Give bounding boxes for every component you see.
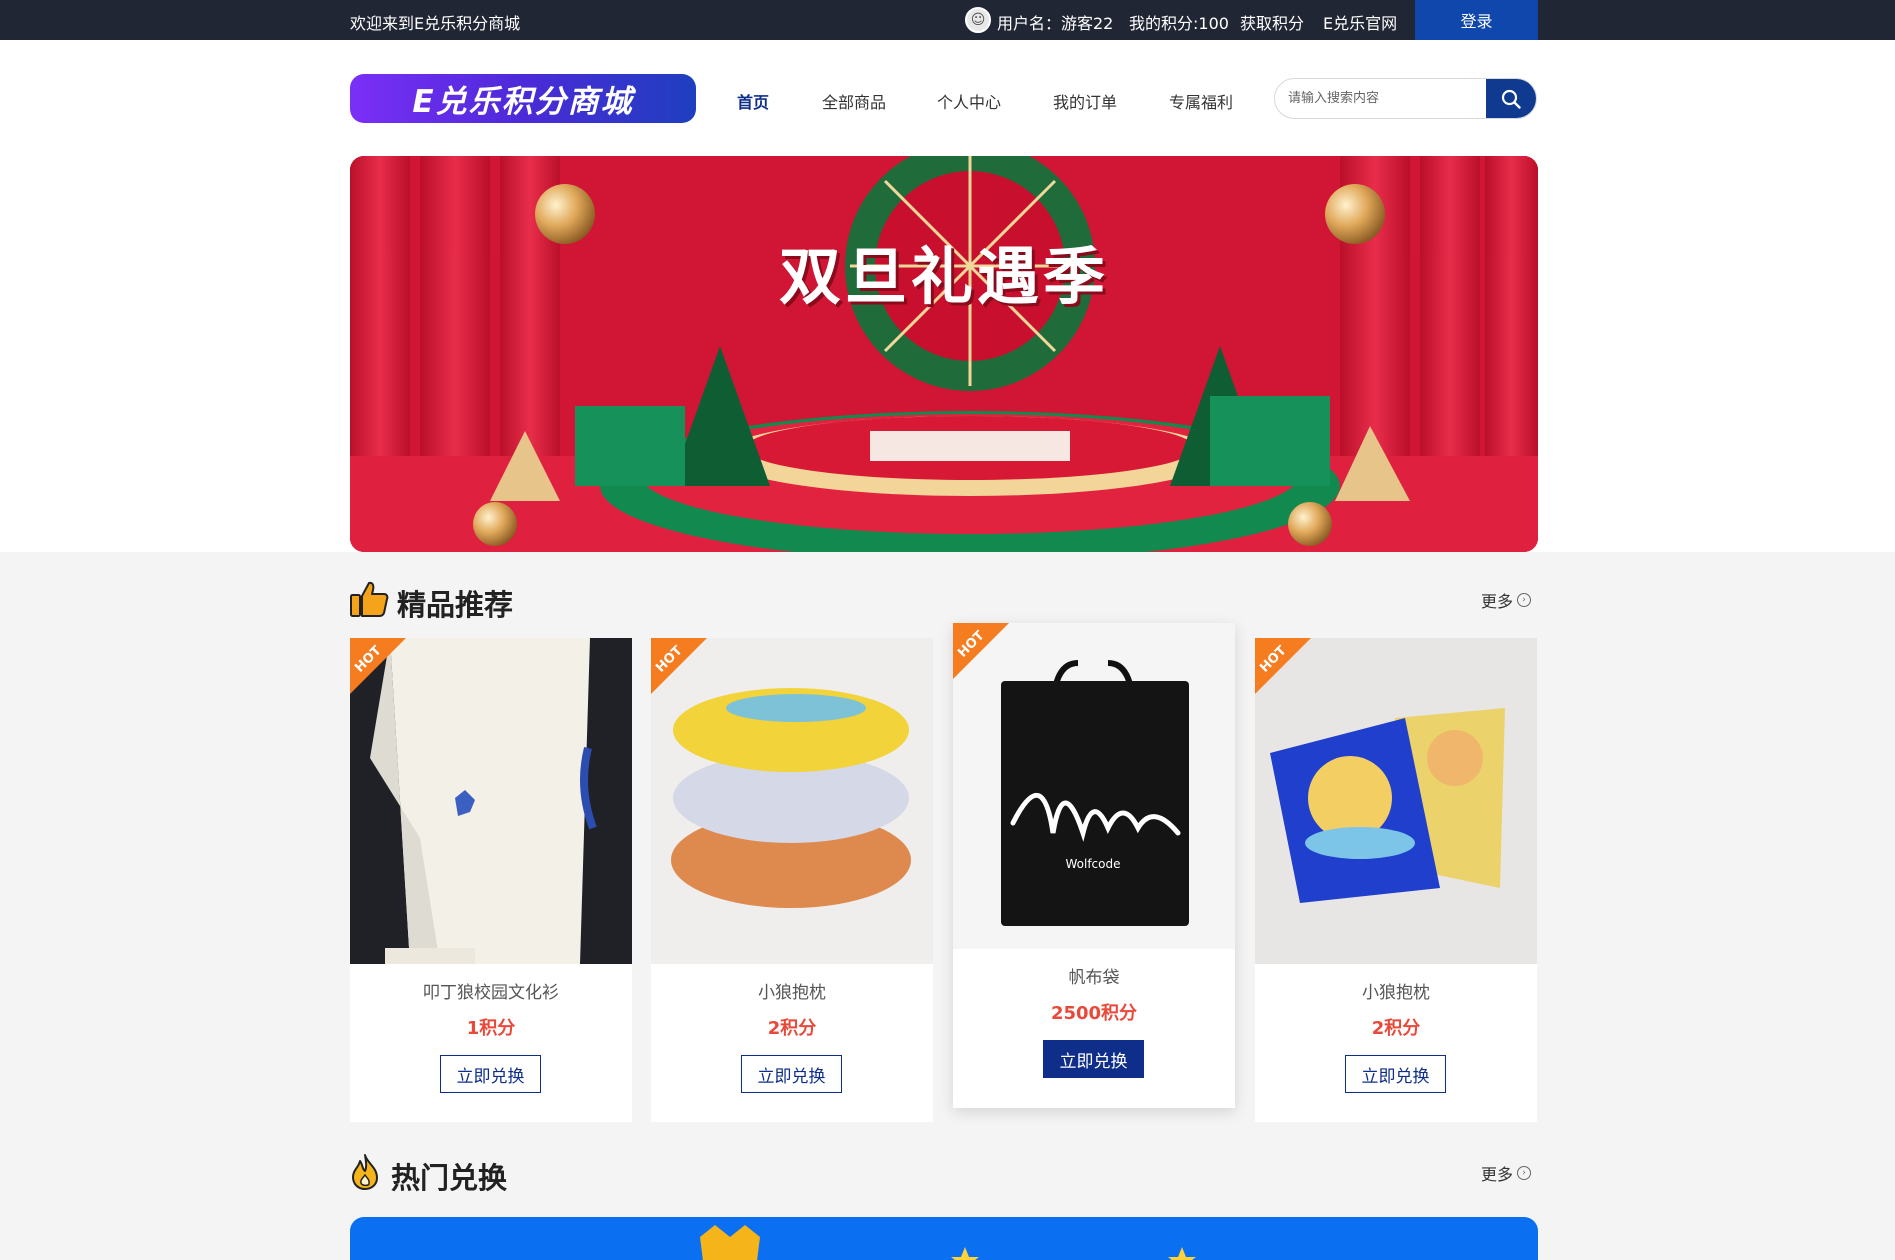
banner-decoration <box>700 1225 1196 1260</box>
product-name: 小狼抱枕 <box>1362 983 1430 1003</box>
nav-all-products[interactable]: 全部商品 <box>822 89 886 113</box>
redeem-button[interactable]: 立即兑换 <box>1345 1055 1446 1093</box>
user-avatar-icon[interactable]: ☺ <box>965 7 991 33</box>
header: E兑乐积分商城 首页 全部商品 个人中心 我的订单 专属福利 请输入搜索内容 双… <box>0 40 1895 552</box>
search-input[interactable] <box>1275 79 1487 118</box>
product-card[interactable]: Wolfcode HOT 帆布袋 2500积分 立即兑换 <box>953 623 1235 1108</box>
my-points-link[interactable]: 我的积分:100 <box>1129 10 1229 34</box>
product-name: 小狼抱枕 <box>758 983 826 1003</box>
more-label: 更多 <box>1481 1165 1514 1184</box>
nav-orders[interactable]: 我的订单 <box>1053 89 1117 113</box>
product-price: 1积分 <box>466 1018 516 1039</box>
search-button[interactable] <box>1486 79 1536 118</box>
login-button[interactable]: 登录 <box>1415 0 1538 40</box>
search-icon <box>1501 89 1521 109</box>
promo-banner[interactable]: 双旦礼遇季 <box>350 156 1538 552</box>
product-price: 2500积分 <box>1050 1003 1138 1024</box>
flame-icon <box>352 1154 378 1190</box>
recommend-title: 精品推荐 <box>397 588 514 622</box>
hot-exchange-banner[interactable] <box>350 1217 1538 1260</box>
redeem-button[interactable]: 立即兑换 <box>1043 1040 1144 1078</box>
search-box <box>1274 78 1537 119</box>
top-bar: 欢迎来到E兑乐积分商城 ☺ 用户名：游客22 我的积分:100 获取积分 E兑乐… <box>0 0 1895 40</box>
product-card[interactable]: HOT 小狼抱枕 2积分 立即兑换 <box>651 638 933 1122</box>
chevron-right-icon: › <box>1517 593 1532 607</box>
product-card[interactable]: HOT 叩丁狼校园文化衫 1积分 立即兑换 <box>350 638 632 1122</box>
username-label: 用户名：游客22 <box>997 14 1114 33</box>
banner-title: 双旦礼遇季 <box>778 240 1109 313</box>
official-site-link[interactable]: E兑乐官网 <box>1323 10 1397 34</box>
nav-home[interactable]: 首页 <box>737 89 769 113</box>
product-name: 叩丁狼校园文化衫 <box>423 983 559 1003</box>
bag-print-text: Wolfcode <box>1065 857 1120 871</box>
recommend-more-link[interactable]: 更多 › <box>1481 588 1532 612</box>
product-price: 2积分 <box>1371 1018 1421 1039</box>
nav-benefits[interactable]: 专属福利 <box>1169 89 1233 113</box>
redeem-button[interactable]: 立即兑换 <box>741 1055 842 1093</box>
welcome-text: 欢迎来到E兑乐积分商城 <box>350 14 521 33</box>
chevron-right-icon: › <box>1517 1166 1532 1180</box>
hot-exchange-title: 热门兑换 <box>391 1161 508 1195</box>
product-name: 帆布袋 <box>1068 968 1120 988</box>
thumbs-up-icon <box>350 581 389 617</box>
nav-profile[interactable]: 个人中心 <box>937 89 1001 113</box>
site-logo[interactable]: E兑乐积分商城 <box>350 74 696 123</box>
earn-points-link[interactable]: 获取积分 <box>1240 10 1304 34</box>
banner-illustration <box>350 156 1538 552</box>
redeem-button[interactable]: 立即兑换 <box>440 1055 541 1093</box>
more-label: 更多 <box>1481 592 1514 611</box>
product-card[interactable]: HOT 小狼抱枕 2积分 立即兑换 <box>1255 638 1537 1122</box>
product-price: 2积分 <box>767 1018 817 1039</box>
hot-more-link[interactable]: 更多 › <box>1481 1161 1532 1185</box>
